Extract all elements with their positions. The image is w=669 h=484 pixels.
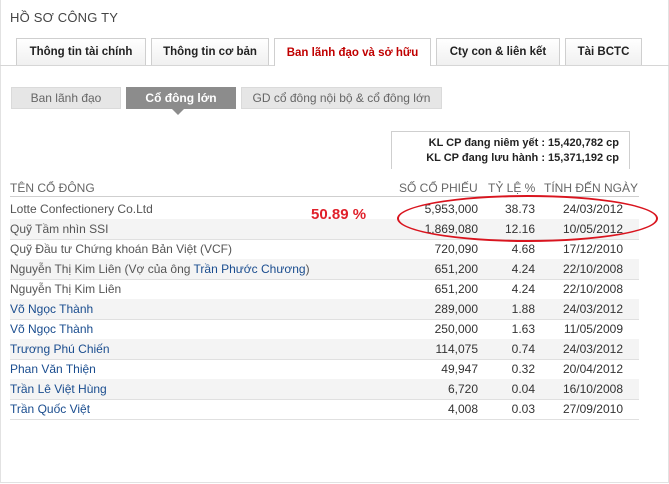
ownership-percent: 0.32	[511, 362, 535, 376]
subtab-insider-transactions[interactable]: GD cổ đông nội bộ & cổ đông lớn	[241, 87, 442, 109]
page-title: HỒ SƠ CÔNG TY	[10, 10, 119, 25]
active-subtab-pointer	[172, 109, 184, 115]
share-count: 6,720	[447, 382, 478, 396]
table-row: Quỹ Đầu tư Chứng khoán Bản Việt (VCF) 72…	[10, 239, 639, 260]
shareholder-name-suffix: )	[305, 262, 310, 276]
as-of-date: 20/04/2012	[562, 362, 623, 376]
listed-shares: KL CP đang niêm yết : 15,420,782 cp	[428, 137, 619, 149]
shareholder-name-link[interactable]: Phan Văn Thiện	[10, 362, 96, 376]
as-of-date: 16/10/2008	[562, 382, 623, 396]
shareholder-name: Nguyễn Thị Kim Liên (Vợ của ông Trần Phư…	[10, 262, 310, 276]
table-row: Nguyễn Thị Kim Liên 651,200 4.24 22/10/2…	[10, 279, 639, 300]
ownership-percent: 4.68	[511, 242, 535, 256]
shareholder-name: Quỹ Đầu tư Chứng khoán Bản Việt (VCF)	[10, 242, 232, 256]
table-row: Phan Văn Thiện 49,947 0.32 20/04/2012	[10, 359, 639, 380]
share-count: 289,000	[434, 302, 478, 316]
share-count: 250,000	[434, 322, 478, 336]
as-of-date: 11/05/2009	[563, 322, 623, 336]
ownership-percent: 4.24	[511, 262, 535, 276]
ownership-percent: 1.88	[511, 302, 535, 316]
combined-ownership-annotation: 50.89 %	[311, 206, 367, 223]
tab-subsidiaries[interactable]: Cty con & liên kết	[436, 38, 560, 65]
as-of-date: 22/10/2008	[562, 282, 623, 296]
shareholder-name-link[interactable]: Trần Lê Việt Hùng	[10, 382, 107, 396]
shareholder-name: Lotte Confectionery Co.Ltd	[10, 202, 153, 216]
outstanding-shares: KL CP đang lưu hành : 15,371,192 cp	[426, 152, 619, 164]
as-of-date: 24/03/2012	[562, 342, 623, 356]
tab-management-ownership[interactable]: Ban lãnh đạo và sở hữu	[274, 38, 431, 66]
table-row: Võ Ngọc Thành 250,000 1.63 11/05/2009	[10, 319, 639, 340]
shareholder-name-link[interactable]: Võ Ngọc Thành	[10, 302, 93, 316]
share-volume-box: KL CP đang niêm yết : 15,420,782 cp KL C…	[391, 131, 630, 169]
highlight-ellipse	[397, 195, 658, 242]
table-row: Trần Lê Việt Hùng 6,720 0.04 16/10/2008	[10, 379, 639, 400]
share-count: 651,200	[434, 282, 478, 296]
tab-basic-info[interactable]: Thông tin cơ bản	[151, 38, 269, 65]
shareholder-name: Nguyễn Thị Kim Liên	[10, 282, 122, 296]
header-percent: TỶ LỆ %	[488, 181, 536, 195]
tab-financial-info[interactable]: Thông tin tài chính	[16, 38, 146, 65]
ownership-percent: 4.24	[511, 282, 535, 296]
shareholder-name: Quỹ Tầm nhìn SSI	[10, 222, 109, 236]
shareholder-name-link[interactable]: Trương Phú Chiến	[10, 342, 110, 356]
ownership-percent: 0.74	[511, 342, 535, 356]
shareholder-name-link[interactable]: Trần Quốc Việt	[10, 402, 90, 416]
table-row: Trần Quốc Việt 4,008 0.03 27/09/2010	[10, 399, 639, 420]
ownership-percent: 1.63	[511, 322, 535, 336]
subtab-management[interactable]: Ban lãnh đạo	[11, 87, 121, 109]
related-person-link[interactable]: Trần Phước Chương	[194, 262, 306, 276]
header-shares: SỐ CỔ PHIẾU	[399, 181, 478, 195]
subtab-major-shareholders[interactable]: Cổ đông lớn	[126, 87, 236, 109]
shareholder-name-prefix: Nguyễn Thị Kim Liên (Vợ của ông	[10, 262, 194, 276]
as-of-date: 17/12/2010	[562, 242, 623, 256]
as-of-date: 24/03/2012	[562, 302, 623, 316]
ownership-percent: 0.04	[511, 382, 535, 396]
as-of-date: 27/09/2010	[562, 402, 623, 416]
table-row: Võ Ngọc Thành 289,000 1.88 24/03/2012	[10, 299, 639, 320]
table-row: Trương Phú Chiến 114,075 0.74 24/03/2012	[10, 339, 639, 360]
share-count: 4,008	[447, 402, 478, 416]
tab-financial-report[interactable]: Tài BCTC	[565, 38, 642, 65]
share-count: 651,200	[434, 262, 478, 276]
header-as-of-date: TÍNH ĐẾN NGÀY	[544, 181, 639, 195]
header-shareholder-name: TÊN CỔ ĐÔNG	[10, 181, 95, 195]
table-row: Nguyễn Thị Kim Liên (Vợ của ông Trần Phư…	[10, 259, 639, 280]
share-count: 114,075	[435, 342, 479, 356]
as-of-date: 22/10/2008	[562, 262, 623, 276]
share-count: 49,947	[441, 362, 478, 376]
shareholder-name-link[interactable]: Võ Ngọc Thành	[10, 322, 93, 336]
ownership-percent: 0.03	[511, 402, 535, 416]
share-count: 720,090	[434, 242, 478, 256]
